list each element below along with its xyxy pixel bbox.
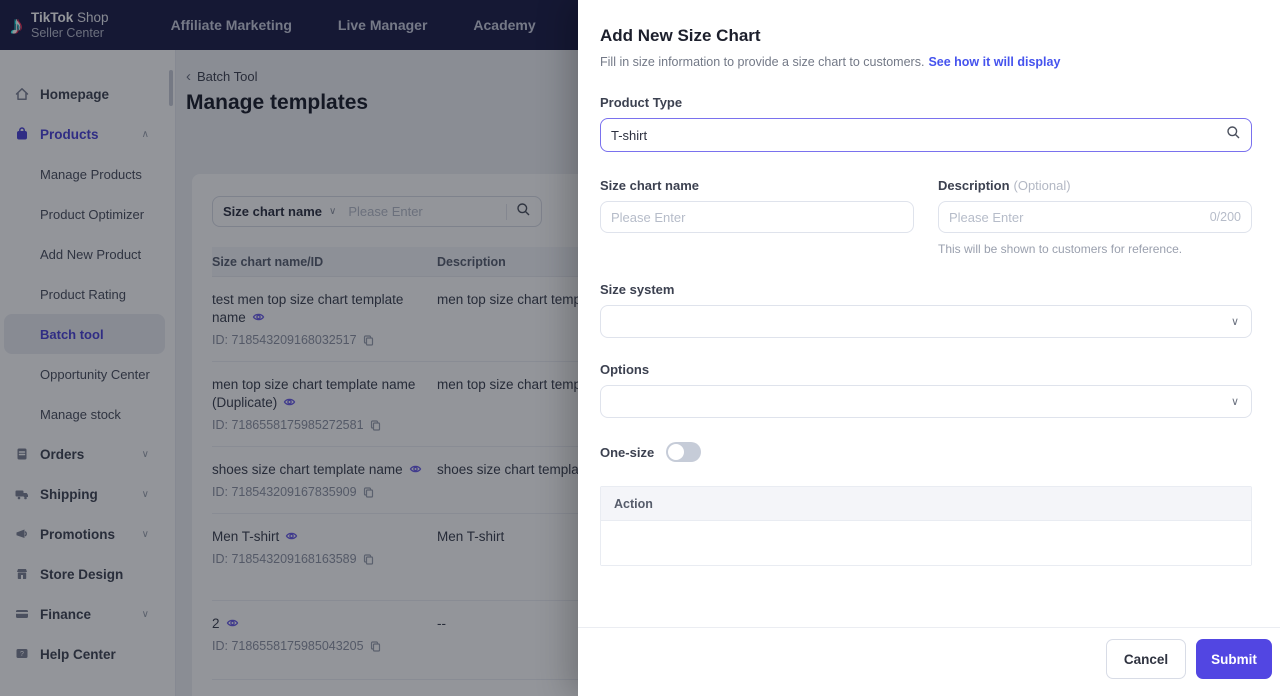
description-optional-label: (Optional): [1013, 178, 1071, 193]
one-size-label: One-size: [600, 444, 655, 460]
cancel-button[interactable]: Cancel: [1106, 639, 1186, 679]
product-type-input[interactable]: [611, 127, 1226, 143]
description-input[interactable]: [949, 209, 1202, 225]
product-type-field: [600, 118, 1252, 152]
options-label: Options: [600, 362, 650, 377]
size-system-label: Size system: [600, 282, 675, 297]
description-label: Description: [938, 178, 1010, 193]
app-root: ♪ TikTok Shop Seller Center Affiliate Ma…: [0, 0, 1280, 696]
action-table-empty-row: [601, 521, 1251, 565]
add-size-chart-drawer: Add New Size Chart Fill in size informat…: [578, 0, 1280, 696]
drawer-title: Add New Size Chart: [600, 26, 761, 45]
see-display-link[interactable]: See how it will display: [928, 55, 1060, 69]
chevron-down-icon: ∨: [1230, 396, 1239, 408]
product-type-label: Product Type: [600, 95, 683, 110]
chevron-down-icon: ∨: [1230, 316, 1239, 328]
submit-button[interactable]: Submit: [1196, 639, 1272, 679]
drawer-subtitle: Fill in size information to provide a si…: [600, 55, 925, 69]
size-chart-name-field: [600, 201, 914, 233]
char-counter: 0/200: [1209, 210, 1241, 224]
description-field: 0/200: [938, 201, 1252, 233]
size-system-select[interactable]: ∨: [600, 305, 1252, 338]
action-column-header: Action: [601, 487, 1251, 521]
size-chart-name-input[interactable]: [611, 209, 903, 225]
drawer-footer: Cancel Submit: [578, 627, 1280, 696]
description-helper-text: This will be shown to customers for refe…: [938, 242, 1183, 256]
search-icon[interactable]: [1226, 125, 1241, 145]
options-select[interactable]: ∨: [600, 385, 1252, 418]
size-chart-name-label: Size chart name: [600, 178, 699, 193]
action-table: Action: [600, 486, 1252, 566]
one-size-toggle[interactable]: [666, 442, 702, 462]
